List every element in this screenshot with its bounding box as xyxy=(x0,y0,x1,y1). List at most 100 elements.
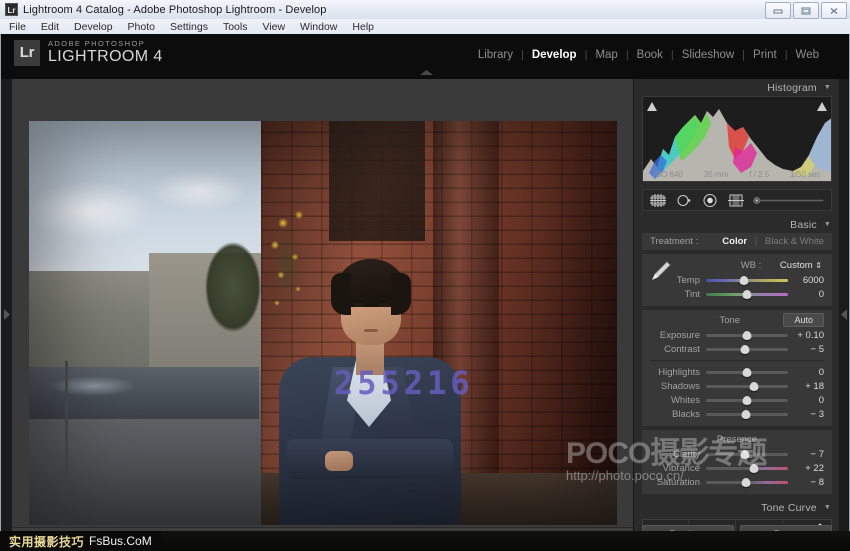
slider-track[interactable] xyxy=(706,463,788,473)
module-slideshow[interactable]: Slideshow xyxy=(674,49,742,61)
graduated-filter-icon[interactable] xyxy=(727,193,745,208)
histogram-header[interactable]: Histogram ▼ xyxy=(634,79,840,96)
close-button[interactable] xyxy=(821,2,847,19)
exif-row: ISO 640 35 mm f / 2.5 1/50 sec xyxy=(643,170,831,179)
menu-help[interactable]: Help xyxy=(352,21,374,33)
slider-value: 0 xyxy=(788,367,824,378)
slider-label: Vibrance xyxy=(650,463,706,474)
slider-track[interactable] xyxy=(706,477,788,487)
window-controls xyxy=(765,2,847,19)
slider-blacks[interactable]: Blacks − 3 xyxy=(642,407,832,421)
slider-value: 6000 xyxy=(788,275,824,286)
slider-vibrance[interactable]: Vibrance + 22 xyxy=(642,461,832,475)
slider-label: Exposure xyxy=(650,330,706,341)
slider-contrast[interactable]: Contrast − 5 xyxy=(642,342,832,356)
spot-removal-icon[interactable] xyxy=(675,193,693,208)
treatment-separator: | xyxy=(755,236,757,247)
basic-panel-header[interactable]: Basic ▼ xyxy=(634,216,840,233)
menu-develop[interactable]: Develop xyxy=(74,21,113,33)
histogram-panel[interactable]: ISO 640 35 mm f / 2.5 1/50 sec xyxy=(642,96,832,182)
menu-tools[interactable]: Tools xyxy=(223,21,248,33)
highlight-clipping-indicator[interactable] xyxy=(816,100,828,112)
slider-label: Tint xyxy=(650,289,706,300)
identity-plate[interactable]: Lr ADOBE PHOTOSHOP LIGHTROOM 4 xyxy=(14,39,163,66)
slider-saturation[interactable]: Saturation − 8 xyxy=(642,475,832,489)
slider-label: Saturation xyxy=(650,477,706,488)
wb-preset-row[interactable]: WB : Custom ⇕ xyxy=(642,258,832,273)
slider-track[interactable] xyxy=(706,409,788,419)
slider-value: − 3 xyxy=(788,409,824,420)
menu-bar: File Edit Develop Photo Settings Tools V… xyxy=(0,19,850,34)
basic-title: Basic xyxy=(790,219,817,231)
slider-value: − 8 xyxy=(788,477,824,488)
module-develop[interactable]: Develop xyxy=(524,49,585,61)
tone-curve-title: Tone Curve xyxy=(761,502,817,514)
menu-photo[interactable]: Photo xyxy=(128,21,155,33)
lr-logo-icon: Lr xyxy=(14,40,40,66)
slider-value: − 7 xyxy=(788,449,824,460)
right-panel-collapse-toggle[interactable] xyxy=(839,79,849,550)
exif-focal: 35 mm xyxy=(704,170,728,179)
fsbus-watermark: 实用摄影技巧 FsBus.CoM xyxy=(0,531,161,551)
treatment-bw-option[interactable]: Black & White xyxy=(765,236,824,247)
slider-clarity[interactable]: Clarity − 7 xyxy=(642,447,832,461)
slider-tint[interactable]: Tint 0 xyxy=(642,287,832,301)
adjustment-brush-icon[interactable] xyxy=(753,193,825,208)
slider-shadows[interactable]: Shadows + 18 xyxy=(642,379,832,393)
slider-whites[interactable]: Whites 0 xyxy=(642,393,832,407)
window-title: Lightroom 4 Catalog - Adobe Photoshop Li… xyxy=(23,4,327,16)
fsbus-watermark-en: FsBus.CoM xyxy=(89,534,152,548)
wb-value[interactable]: Custom ⇕ xyxy=(780,260,822,271)
auto-tone-button[interactable]: Auto xyxy=(783,313,824,327)
crop-overlay-icon[interactable] xyxy=(649,193,667,208)
lightroom-window: Lr Lightroom 4 Catalog - Adobe Photoshop… xyxy=(0,0,850,551)
identity-line2: LIGHTROOM 4 xyxy=(48,48,163,66)
slider-track[interactable] xyxy=(706,449,788,459)
module-picker: Library | Develop | Map | Book | Slidesh… xyxy=(470,49,827,61)
module-library[interactable]: Library xyxy=(470,49,521,61)
treatment-color-option[interactable]: Color xyxy=(722,236,747,247)
left-panel-collapse-toggle[interactable] xyxy=(1,79,12,550)
slider-exposure[interactable]: Exposure + 0.10 xyxy=(642,328,832,342)
photo-artwork xyxy=(29,121,617,525)
chevron-down-icon: ▼ xyxy=(824,221,831,228)
slider-value: + 0.10 xyxy=(788,330,824,341)
slider-track[interactable] xyxy=(706,381,788,391)
slider-track[interactable] xyxy=(706,289,788,299)
right-panel: Histogram ▼ xyxy=(633,79,840,550)
tone-curve-header[interactable]: Tone Curve ▼ xyxy=(634,499,840,516)
slider-track[interactable] xyxy=(706,367,788,377)
slider-value: 0 xyxy=(788,289,824,300)
menu-window[interactable]: Window xyxy=(300,21,337,33)
slider-track[interactable] xyxy=(706,344,788,354)
slider-highlights[interactable]: Highlights 0 xyxy=(642,365,832,379)
chevron-down-icon: ▼ xyxy=(824,504,831,511)
module-book[interactable]: Book xyxy=(629,49,671,61)
develop-tool-strip xyxy=(642,189,832,211)
module-web[interactable]: Web xyxy=(788,49,827,61)
slider-label: Shadows xyxy=(650,381,706,392)
menu-edit[interactable]: Edit xyxy=(41,21,59,33)
minimize-button[interactable] xyxy=(765,2,791,19)
slider-value: − 5 xyxy=(788,344,824,355)
module-map[interactable]: Map xyxy=(587,49,625,61)
slider-track[interactable] xyxy=(706,275,788,285)
top-panel-collapse-toggle[interactable] xyxy=(415,68,437,77)
tone-label: Tone xyxy=(676,315,783,326)
menu-file[interactable]: File xyxy=(9,21,26,33)
slider-label: Blacks xyxy=(650,409,706,420)
red-eye-correction-icon[interactable] xyxy=(701,193,719,208)
wb-label: WB : xyxy=(741,260,762,271)
shadow-clipping-indicator[interactable] xyxy=(646,100,658,112)
maximize-button[interactable] xyxy=(793,2,819,19)
menu-view[interactable]: View xyxy=(262,21,285,33)
histogram-title: Histogram xyxy=(767,82,817,94)
slider-track[interactable] xyxy=(706,395,788,405)
module-print[interactable]: Print xyxy=(745,49,785,61)
menu-settings[interactable]: Settings xyxy=(170,21,208,33)
image-stage: 255216 xyxy=(12,79,633,527)
slider-track[interactable] xyxy=(706,330,788,340)
title-bar: Lr Lightroom 4 Catalog - Adobe Photoshop… xyxy=(0,0,850,19)
photo-preview[interactable]: 255216 xyxy=(29,121,617,525)
slider-label: Contrast xyxy=(650,344,706,355)
